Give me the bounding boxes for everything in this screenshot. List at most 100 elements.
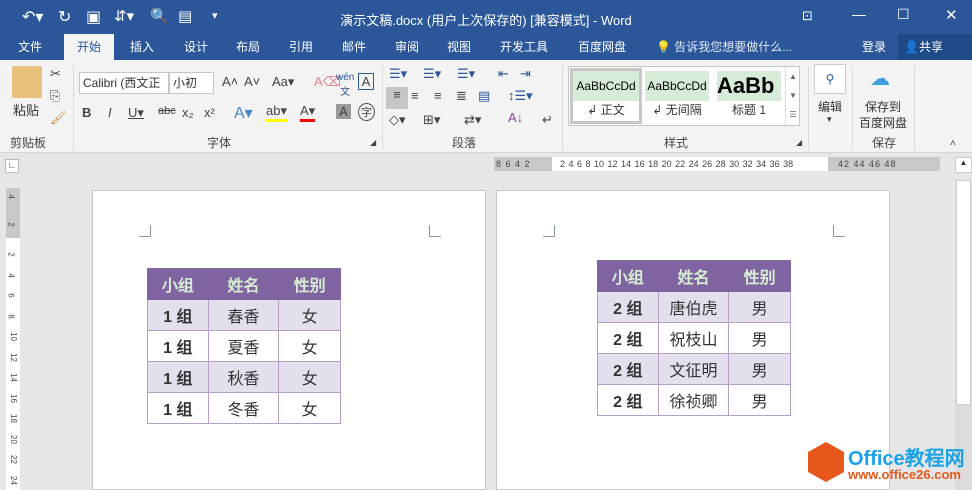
style-normal[interactable]: AaBbCcDd ↲ 正文 — [570, 68, 642, 124]
shading-icon[interactable]: ◇▾ — [389, 112, 406, 128]
ribbon-display-icon[interactable]: ⊡ — [802, 8, 813, 24]
tab-view[interactable]: 视图 — [441, 34, 477, 60]
table-cell[interactable]: 唐伯虎 — [657, 291, 730, 323]
editing-button[interactable]: 编辑 — [818, 98, 842, 115]
line-spacing-icon[interactable]: ↕☰▾ — [508, 88, 533, 104]
align-center-icon[interactable]: ≡ — [411, 88, 419, 103]
underline-icon[interactable]: U▾ — [128, 105, 144, 121]
tab-mailings[interactable]: 邮件 — [336, 34, 372, 60]
phonetic-guide-icon[interactable]: wén 文 — [336, 72, 354, 98]
table-cell[interactable]: 女 — [278, 392, 341, 424]
tab-layout[interactable]: 布局 — [230, 34, 266, 60]
decrease-indent-icon[interactable]: ⇤ — [498, 66, 509, 82]
table-cell[interactable]: 女 — [278, 361, 341, 393]
multilevel-list-icon[interactable]: ☰▾ — [457, 66, 475, 82]
styles-dialog-launcher-icon[interactable]: ◢ — [796, 138, 802, 147]
borders-icon[interactable]: ⊞▾ — [423, 112, 440, 128]
tab-references[interactable]: 引用 — [283, 34, 319, 60]
show-marks-icon[interactable]: ↵ — [542, 112, 553, 128]
font-color-icon[interactable]: A▾ — [300, 103, 316, 122]
horizontal-ruler[interactable]: 8 6 4 2 2 4 6 8 10 12 14 16 18 20 22 24 … — [494, 157, 940, 171]
table-cell[interactable]: 秋香 — [207, 361, 280, 393]
table-cell[interactable]: 男 — [728, 384, 791, 416]
grow-font-icon[interactable]: A˄ — [222, 74, 238, 89]
font-name-select[interactable]: Calibri (西文正 — [79, 72, 169, 94]
tell-me-search[interactable]: 💡 告诉我您想要做什么... — [650, 34, 798, 60]
scrollbar-thumb[interactable] — [956, 180, 971, 405]
save-to-baidu-line1[interactable]: 保存到 — [865, 98, 901, 115]
tab-baidu[interactable]: 百度网盘 — [572, 34, 632, 60]
tab-review[interactable]: 审阅 — [389, 34, 425, 60]
table-cell[interactable]: 1 组 — [147, 392, 209, 424]
paste-button[interactable]: 粘贴 — [13, 100, 39, 119]
align-left-icon[interactable]: ≡ — [386, 87, 408, 109]
table-cell[interactable]: 文征明 — [657, 353, 730, 385]
italic-icon[interactable]: I — [108, 105, 112, 120]
scroll-up-icon[interactable]: ▲ — [955, 157, 972, 173]
enclose-char-icon[interactable]: 字 — [358, 103, 375, 121]
table-cell[interactable]: 徐祯卿 — [657, 384, 730, 416]
shrink-font-icon[interactable]: A˅ — [244, 74, 260, 89]
ribbon: 粘贴 ✂ ⎘ 🖌 剪贴板 Calibri (西文正 小初 A˄ A˅ Aa▾ A… — [0, 60, 972, 153]
tab-insert[interactable]: 插入 — [124, 34, 160, 60]
baidu-cloud-icon[interactable]: ☁ — [870, 66, 890, 91]
style-no-spacing[interactable]: AaBbCcDd ↲ 无间隔 — [645, 71, 709, 123]
font-size-select[interactable]: 小初 — [169, 72, 214, 94]
superscript-icon[interactable]: x² — [204, 105, 215, 120]
tab-file[interactable]: 文件 — [12, 34, 48, 60]
tab-design[interactable]: 设计 — [178, 34, 214, 60]
collapse-ribbon-icon[interactable]: ˄ — [950, 138, 956, 149]
table-cell[interactable]: 2 组 — [597, 322, 659, 354]
char-shading-icon[interactable]: A — [336, 104, 351, 119]
gallery-scroll[interactable]: ▲ ▼ ☰ — [785, 67, 800, 125]
cut-icon[interactable]: ✂ — [50, 66, 61, 82]
table-cell[interactable]: 男 — [728, 291, 791, 323]
close-icon[interactable]: ✕ — [945, 6, 958, 24]
bold-icon[interactable]: B — [82, 105, 91, 120]
editing-dropdown-icon[interactable]: ▾ — [827, 114, 832, 125]
table-cell[interactable]: 2 组 — [597, 291, 659, 323]
copy-icon[interactable]: ⎘ — [50, 88, 60, 104]
find-icon[interactable]: ⚲ — [814, 64, 846, 94]
table-cell[interactable]: 女 — [278, 330, 341, 362]
share-button[interactable]: 👤共享 — [898, 34, 972, 60]
chinese-layout-icon[interactable]: ⇄▾ — [464, 112, 481, 128]
strikethrough-icon[interactable]: abc — [158, 105, 176, 117]
save-to-baidu-line2[interactable]: 百度网盘 — [859, 114, 907, 131]
table-cell[interactable]: 男 — [728, 353, 791, 385]
distributed-icon[interactable]: ▤ — [478, 88, 490, 104]
font-dialog-launcher-icon[interactable]: ◢ — [370, 138, 376, 147]
table-cell[interactable]: 祝枝山 — [657, 322, 730, 354]
tab-developer[interactable]: 开发工具 — [494, 34, 554, 60]
vertical-ruler[interactable]: 4 2 2 4 6 8 10 12 14 16 18 20 22 24 — [6, 188, 20, 490]
table-cell[interactable]: 1 组 — [147, 361, 209, 393]
style-heading1[interactable]: AaBb 标题 1 — [717, 71, 781, 123]
table-cell[interactable]: 夏香 — [207, 330, 280, 362]
format-painter-icon[interactable]: 🖌 — [50, 110, 67, 126]
subscript-icon[interactable]: x₂ — [182, 105, 194, 120]
table-cell[interactable]: 2 组 — [597, 353, 659, 385]
table-cell[interactable]: 2 组 — [597, 384, 659, 416]
paste-icon[interactable] — [12, 66, 42, 98]
align-right-icon[interactable]: ≡ — [434, 88, 442, 103]
table-cell[interactable]: 春香 — [207, 299, 280, 331]
tab-selector-icon[interactable]: ∟ — [5, 159, 19, 173]
table-cell[interactable]: 1 组 — [147, 299, 209, 331]
highlight-icon[interactable]: ab▾ — [266, 103, 287, 122]
table-cell[interactable]: 冬香 — [207, 392, 280, 424]
table-cell[interactable]: 男 — [728, 322, 791, 354]
sign-in-link[interactable]: 登录 — [856, 34, 892, 60]
increase-indent-icon[interactable]: ⇥ — [520, 66, 531, 82]
sort-icon[interactable]: A↓ — [508, 110, 523, 125]
table-cell[interactable]: 1 组 — [147, 330, 209, 362]
char-border-icon[interactable]: A — [358, 73, 374, 90]
justify-icon[interactable]: ≣ — [456, 88, 467, 104]
text-effects-icon[interactable]: A▾ — [234, 103, 253, 123]
change-case-icon[interactable]: Aa▾ — [272, 74, 294, 90]
table-cell[interactable]: 女 — [278, 299, 341, 331]
numbering-icon[interactable]: ☰▾ — [423, 66, 441, 82]
bullets-icon[interactable]: ☰▾ — [389, 66, 407, 82]
minimize-icon[interactable]: — — [852, 6, 866, 22]
tab-home[interactable]: 开始 — [64, 34, 114, 60]
maximize-icon[interactable]: ☐ — [897, 6, 910, 23]
